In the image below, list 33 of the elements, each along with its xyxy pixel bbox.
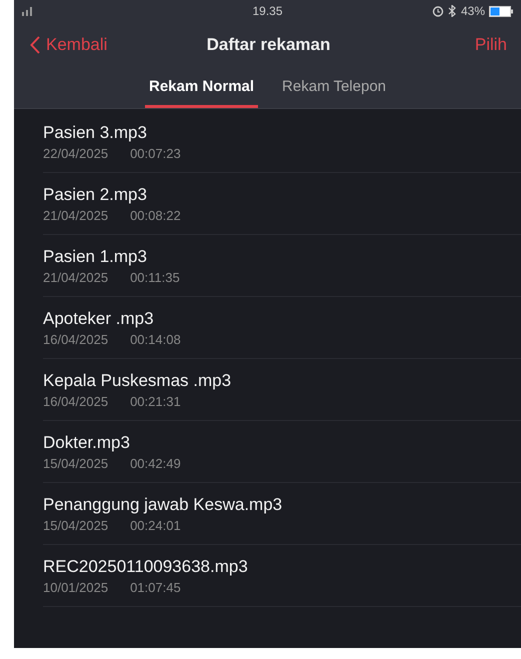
- recording-name[interactable]: Dokter.mp3: [43, 432, 521, 452]
- recording-duration: 00:14:08: [130, 332, 181, 346]
- bluetooth-icon: [448, 5, 457, 17]
- alarm-icon: [432, 5, 444, 17]
- recording-name[interactable]: Pasien 2.mp3: [43, 184, 521, 204]
- recording-duration: 00:21:31: [130, 394, 181, 408]
- recording-date: 10/01/2025: [43, 580, 108, 594]
- recording-date: 21/04/2025: [43, 270, 108, 284]
- recording-duration: 01:07:45: [130, 580, 181, 594]
- recording-date: 15/04/2025: [43, 518, 108, 532]
- recording-date: 22/04/2025: [43, 146, 108, 160]
- recording-date: 16/04/2025: [43, 394, 108, 408]
- recording-name[interactable]: Pasien 1.mp3: [43, 246, 521, 266]
- recording-duration: 00:11:35: [130, 270, 180, 284]
- recording-date: 21/04/2025: [43, 208, 108, 222]
- recording-date: 16/04/2025: [43, 332, 108, 346]
- chevron-left-icon: [30, 36, 40, 54]
- tab[interactable]: Rekam Normal: [145, 68, 258, 108]
- tab[interactable]: Rekam Telepon: [278, 68, 390, 108]
- recording-name[interactable]: Pasien 3.mp3: [43, 122, 521, 142]
- battery-icon: [489, 6, 514, 16]
- recording-duration: 00:07:23: [130, 146, 181, 160]
- recording-name[interactable]: Apoteker .mp3: [43, 308, 521, 328]
- recording-duration: 00:08:22: [130, 208, 181, 222]
- recording-duration: 00:42:49: [130, 456, 181, 470]
- screen-title: Daftar rekaman: [206, 35, 330, 55]
- recording-duration: 00:24:01: [130, 518, 181, 532]
- recording-name[interactable]: Penanggung jawab Keswa.mp3: [43, 494, 521, 514]
- battery-percent: 43%: [460, 4, 486, 18]
- recording-date: 15/04/2025: [43, 456, 108, 470]
- recording-name[interactable]: Kepala Puskesmas .mp3: [43, 370, 521, 390]
- clock-time: 19.35: [252, 4, 283, 18]
- recording-name[interactable]: REC20250110093638.mp3: [43, 556, 521, 576]
